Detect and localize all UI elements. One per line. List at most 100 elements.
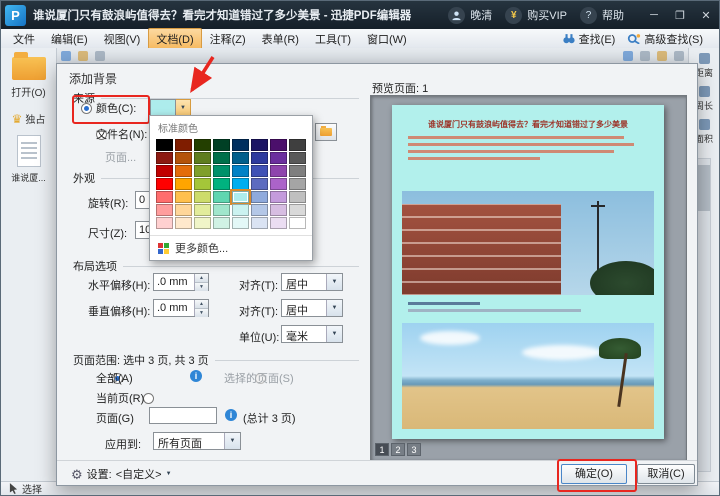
align-v-dropdown[interactable]: 居中 ▼ — [281, 299, 343, 317]
menu-item-5[interactable]: 注释(Z) — [202, 28, 254, 50]
toolbar-icon[interactable] — [78, 51, 88, 61]
exclusive-mode-button[interactable]: ♛ 独占 — [1, 111, 56, 126]
help-button[interactable]: ? 帮助 — [580, 7, 624, 24]
scrollbar-thumb[interactable] — [698, 165, 710, 211]
palette-color-swatch[interactable] — [194, 204, 211, 216]
close-button[interactable]: ✕ — [693, 1, 719, 29]
cancel-button[interactable]: 取消(C) — [637, 464, 695, 484]
maximize-button[interactable]: ❐ — [667, 1, 693, 29]
toolbar-icon[interactable] — [61, 51, 71, 61]
palette-color-swatch[interactable] — [270, 139, 287, 151]
palette-color-swatch[interactable] — [213, 217, 230, 229]
palette-color-swatch[interactable] — [289, 178, 306, 190]
menu-item-6[interactable]: 表单(R) — [254, 28, 307, 50]
menu-item-1[interactable]: 文件 — [5, 28, 43, 50]
palette-color-swatch[interactable] — [232, 165, 249, 177]
palette-color-swatch[interactable] — [194, 165, 211, 177]
palette-color-swatch[interactable] — [175, 165, 192, 177]
palette-color-swatch[interactable] — [270, 204, 287, 216]
palette-color-swatch[interactable] — [175, 178, 192, 190]
color-swatch-current[interactable] — [150, 99, 176, 116]
palette-color-swatch[interactable] — [213, 139, 230, 151]
dropdown-arrow-icon[interactable]: ▼ — [326, 300, 342, 316]
palette-color-swatch[interactable] — [213, 191, 230, 203]
palette-color-swatch[interactable] — [213, 165, 230, 177]
preview-page-button-3[interactable]: 3 — [407, 443, 421, 456]
background-color-picker[interactable]: ▼ — [150, 99, 191, 116]
advanced-find-button[interactable]: 高级查找(S) — [627, 31, 703, 47]
palette-color-swatch[interactable] — [156, 178, 173, 190]
toolbar-icon[interactable] — [640, 51, 650, 61]
palette-color-swatch[interactable] — [251, 139, 268, 151]
palette-color-swatch[interactable] — [232, 178, 249, 190]
palette-color-swatch[interactable] — [175, 204, 192, 216]
palette-color-swatch[interactable] — [194, 217, 211, 229]
palette-color-swatch[interactable] — [232, 191, 249, 203]
settings-control[interactable]: ⚙ 设置: <自定义> ▼ — [71, 466, 172, 482]
more-colors-button[interactable]: 更多颜色... — [150, 235, 312, 260]
spinner-arrows-icon[interactable]: ▲▼ — [194, 300, 208, 316]
buy-vip-button[interactable]: ¥ 购买VIP — [505, 7, 567, 24]
dropdown-arrow-icon[interactable]: ▼ — [326, 326, 342, 342]
palette-color-swatch[interactable] — [289, 139, 306, 151]
palette-color-swatch[interactable] — [156, 204, 173, 216]
palette-color-swatch[interactable] — [251, 152, 268, 164]
palette-color-swatch[interactable] — [251, 191, 268, 203]
palette-color-swatch[interactable] — [156, 152, 173, 164]
palette-color-swatch[interactable] — [175, 152, 192, 164]
dropdown-arrow-icon[interactable]: ▼ — [224, 433, 240, 449]
palette-color-swatch[interactable] — [156, 139, 173, 151]
menu-item-4[interactable]: 文档(D) — [148, 28, 201, 50]
find-button[interactable]: 查找(E) — [562, 31, 616, 47]
palette-color-swatch[interactable] — [175, 139, 192, 151]
palette-color-swatch[interactable] — [289, 191, 306, 203]
preview-page-button-2[interactable]: 2 — [391, 443, 405, 456]
palette-color-swatch[interactable] — [232, 152, 249, 164]
h-offset-spinner[interactable]: .0 mm ▲▼ — [153, 273, 209, 291]
palette-color-swatch[interactable] — [270, 152, 287, 164]
palette-color-swatch[interactable] — [213, 152, 230, 164]
palette-color-swatch[interactable] — [251, 204, 268, 216]
unit-dropdown[interactable]: 毫米 ▼ — [281, 325, 343, 343]
palette-color-swatch[interactable] — [270, 191, 287, 203]
menu-item-8[interactable]: 窗口(W) — [359, 28, 415, 50]
menu-item-7[interactable]: 工具(T) — [307, 28, 359, 50]
palette-color-swatch[interactable] — [213, 204, 230, 216]
palette-color-swatch[interactable] — [175, 191, 192, 203]
palette-color-swatch[interactable] — [175, 217, 192, 229]
open-file-button[interactable]: 打开(O) — [5, 57, 52, 99]
palette-color-swatch[interactable] — [289, 204, 306, 216]
toolbar-icon[interactable] — [657, 51, 667, 61]
document-thumbnail[interactable]: 谁说厦... — [1, 135, 56, 184]
align-h-dropdown[interactable]: 居中 ▼ — [281, 273, 343, 291]
ok-button[interactable]: 确定(O) — [561, 464, 627, 484]
palette-color-swatch[interactable] — [289, 152, 306, 164]
palette-color-swatch[interactable] — [194, 191, 211, 203]
spinner-arrows-icon[interactable]: ▲▼ — [194, 274, 208, 290]
palette-color-swatch[interactable] — [270, 178, 287, 190]
palette-color-swatch[interactable] — [194, 178, 211, 190]
palette-color-swatch[interactable] — [289, 217, 306, 229]
palette-color-swatch[interactable] — [156, 191, 173, 203]
color-dropdown-arrow[interactable]: ▼ — [176, 99, 191, 116]
palette-color-swatch[interactable] — [270, 165, 287, 177]
minimize-button[interactable]: ─ — [641, 1, 667, 29]
pages-input[interactable] — [149, 407, 217, 424]
preview-page-button-1[interactable]: 1 — [375, 443, 389, 456]
vertical-scrollbar[interactable] — [697, 158, 711, 472]
toolbar-icon[interactable] — [623, 51, 633, 61]
palette-color-swatch[interactable] — [156, 217, 173, 229]
current-page-radio[interactable] — [143, 393, 154, 404]
palette-color-swatch[interactable] — [251, 217, 268, 229]
palette-color-swatch[interactable] — [232, 139, 249, 151]
toolbar-icon[interactable] — [95, 51, 105, 61]
palette-color-swatch[interactable] — [232, 204, 249, 216]
palette-color-swatch[interactable] — [289, 165, 306, 177]
palette-color-swatch[interactable] — [156, 165, 173, 177]
menu-item-2[interactable]: 编辑(E) — [43, 28, 96, 50]
toolbar-icon[interactable] — [674, 51, 684, 61]
palette-color-swatch[interactable] — [194, 152, 211, 164]
user-account-button[interactable]: 晚清 — [448, 7, 492, 24]
palette-color-swatch[interactable] — [270, 217, 287, 229]
palette-color-swatch[interactable] — [232, 217, 249, 229]
